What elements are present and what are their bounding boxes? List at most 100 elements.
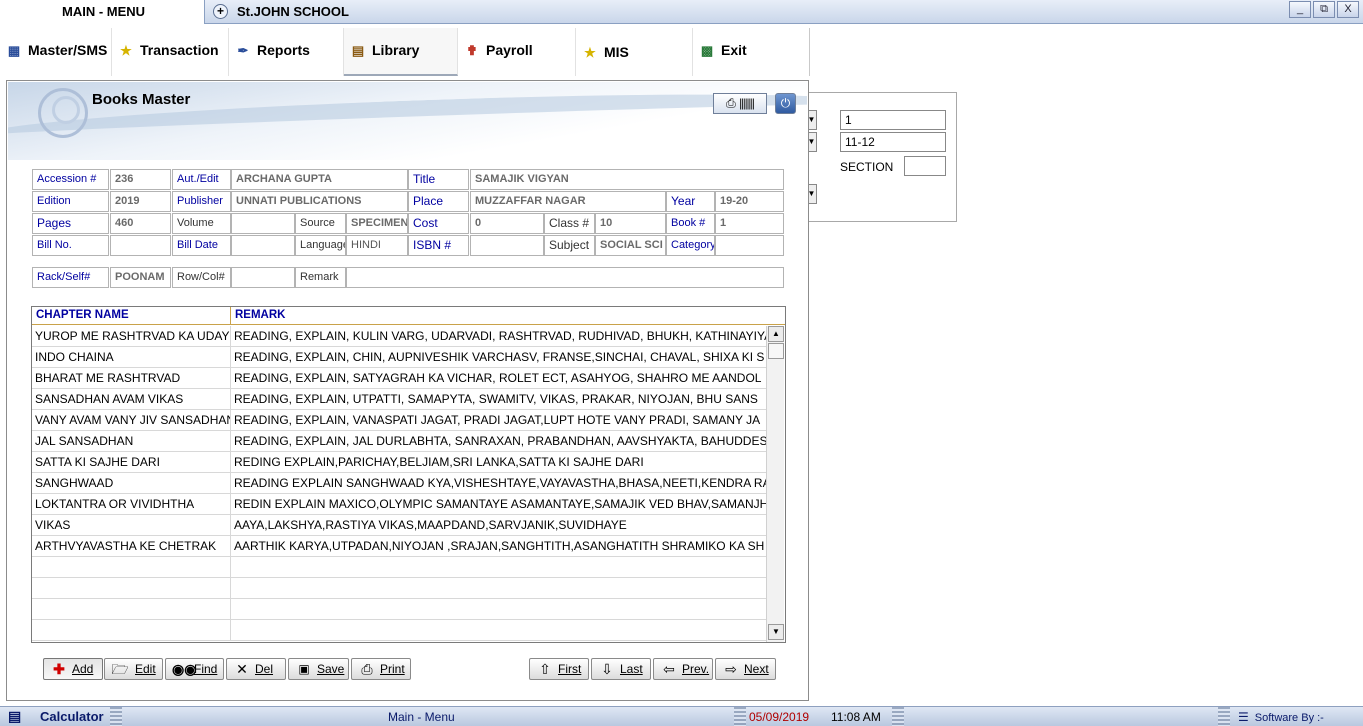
remark-cell[interactable]: REDING EXPLAIN,PARICHAY,BELJIAM,SRI LANK…	[231, 452, 766, 473]
pages-field[interactable]: 460	[110, 213, 171, 234]
remark-cell[interactable]	[231, 557, 766, 578]
edit-button[interactable]: 🗁 Edit	[104, 658, 163, 680]
year-field[interactable]: 19-20	[715, 191, 784, 212]
author-field[interactable]: ARCHANA GUPTA	[231, 169, 408, 190]
rack-self-field[interactable]: POONAM	[110, 267, 171, 288]
minimize-button[interactable]: _	[1289, 1, 1311, 18]
plus-circle-icon[interactable]: +	[213, 4, 228, 19]
table-row[interactable]	[32, 620, 766, 641]
add-button[interactable]: ✚ Add	[43, 658, 103, 680]
chapter-name-cell[interactable]: ARTHVYAVASTHA KE CHETRAK	[32, 536, 231, 557]
remark-cell[interactable]: READING, EXPLAIN, CHIN, AUPNIVESHIK VARC…	[231, 347, 766, 368]
title-field[interactable]: SAMAJIK VIGYAN	[470, 169, 784, 190]
publisher-field[interactable]: UNNATI PUBLICATIONS	[231, 191, 408, 212]
table-row[interactable]: LOKTANTRA OR VIVIDHTHA REDIN EXPLAIN MAX…	[32, 494, 766, 515]
table-row[interactable]: SATTA KI SAJHE DARI REDING EXPLAIN,PARIC…	[32, 452, 766, 473]
remark-cell[interactable]	[231, 599, 766, 620]
window-close-button[interactable]: ⏻	[775, 93, 796, 114]
column-header-remark[interactable]: REMARK	[231, 307, 785, 325]
tab-main-menu[interactable]: MAIN - MENU	[0, 0, 205, 24]
delete-button[interactable]: ✕ Del	[226, 658, 286, 680]
remark-cell[interactable]: READING, EXPLAIN, VANASPATI JAGAT, PRADI…	[231, 410, 766, 431]
remark-cell[interactable]: AARTHIK KARYA,UTPADAN,NIYOJAN ,SRAJAN,SA…	[231, 536, 766, 557]
menu-payroll[interactable]: ✟ Payroll	[458, 28, 576, 76]
edition-field[interactable]: 2019	[110, 191, 171, 212]
scroll-down-icon[interactable]: ▼	[768, 624, 784, 640]
table-row[interactable]	[32, 578, 766, 599]
background-field-1[interactable]: 1	[840, 110, 946, 130]
table-row[interactable]: SANSADHAN AVAM VIKAS READING, EXPLAIN, U…	[32, 389, 766, 410]
chapter-name-cell[interactable]: SANGHWAAD	[32, 473, 231, 494]
chapter-name-cell[interactable]: BHARAT ME RASHTRVAD	[32, 368, 231, 389]
menu-transaction[interactable]: ★ Transaction	[112, 28, 229, 76]
remark-field[interactable]	[346, 267, 784, 288]
first-button[interactable]: ⇧ First	[529, 658, 589, 680]
cost-field[interactable]: 0	[470, 213, 544, 234]
remark-cell[interactable]	[231, 620, 766, 641]
class-field[interactable]: 10	[595, 213, 666, 234]
chapter-name-cell[interactable]: YUROP ME RASHTRVAD KA UDAY	[32, 326, 231, 347]
find-button[interactable]: ◉◉ Find	[165, 658, 224, 680]
chapter-name-cell[interactable]	[32, 620, 231, 641]
place-field[interactable]: MUZZAFFAR NAGAR	[470, 191, 666, 212]
save-button[interactable]: ▣ Save	[288, 658, 349, 680]
table-row[interactable]: VIKAS AAYA,LAKSHYA,RASTIYA VIKAS,MAAPDAN…	[32, 515, 766, 536]
remark-cell[interactable]	[231, 578, 766, 599]
remark-cell[interactable]: READING, EXPLAIN, JAL DURLABHTA, SANRAXA…	[231, 431, 766, 452]
table-row[interactable]	[32, 599, 766, 620]
print-barcode-button[interactable]: ⎙ |||||||	[713, 93, 767, 114]
remark-cell[interactable]: READING, EXPLAIN, KULIN VARG, UDARVADI, …	[231, 326, 766, 347]
table-row[interactable]	[32, 557, 766, 578]
subject-field[interactable]: SOCIAL SCI	[595, 235, 666, 256]
remark-cell[interactable]: READING EXPLAIN SANGHWAAD KYA,VISHESHTAY…	[231, 473, 766, 494]
accession-field[interactable]: 236	[110, 169, 171, 190]
table-row[interactable]: SANGHWAAD READING EXPLAIN SANGHWAAD KYA,…	[32, 473, 766, 494]
scroll-up-icon[interactable]: ▲	[768, 326, 784, 342]
remark-cell[interactable]: READING, EXPLAIN, UTPATTI, SAMAPYTA, SWA…	[231, 389, 766, 410]
vertical-scrollbar[interactable]: ▲ ▼	[766, 326, 784, 642]
chapter-name-cell[interactable]: SATTA KI SAJHE DARI	[32, 452, 231, 473]
menu-exit[interactable]: ▩ Exit	[693, 28, 809, 76]
tab-school[interactable]: + St.JOHN SCHOOL	[207, 0, 607, 24]
remark-cell[interactable]: REDIN EXPLAIN MAXICO,OLYMPIC SAMANTAYE A…	[231, 494, 766, 515]
next-button[interactable]: ⇨ Next	[715, 658, 776, 680]
close-button[interactable]: X	[1337, 1, 1359, 18]
table-row[interactable]: JAL SANSADHAN READING, EXPLAIN, JAL DURL…	[32, 431, 766, 452]
menu-reports[interactable]: ✒ Reports	[229, 28, 344, 76]
background-field-2[interactable]: 11-12	[840, 132, 946, 152]
chapter-name-cell[interactable]	[32, 578, 231, 599]
section-field[interactable]	[904, 156, 946, 176]
chapter-name-cell[interactable]: VANY AVAM VANY JIV SANSADHAN	[32, 410, 231, 431]
table-row[interactable]: INDO CHAINA READING, EXPLAIN, CHIN, AUPN…	[32, 347, 766, 368]
prev-button[interactable]: ⇦ Prev.	[653, 658, 713, 680]
bill-date-field[interactable]	[231, 235, 295, 256]
table-row[interactable]: YUROP ME RASHTRVAD KA UDAY READING, EXPL…	[32, 326, 766, 347]
table-row[interactable]: BHARAT ME RASHTRVAD READING, EXPLAIN, SA…	[32, 368, 766, 389]
chapter-name-cell[interactable]: JAL SANSADHAN	[32, 431, 231, 452]
chapter-name-cell[interactable]: LOKTANTRA OR VIVIDHTHA	[32, 494, 231, 515]
taskbar-main-menu[interactable]: Main - Menu	[388, 710, 455, 724]
remark-cell[interactable]: AAYA,LAKSHYA,RASTIYA VIKAS,MAAPDAND,SARV…	[231, 515, 766, 536]
volume-field[interactable]	[231, 213, 295, 234]
isbn-field[interactable]	[470, 235, 544, 256]
table-row[interactable]: VANY AVAM VANY JIV SANSADHAN READING, EX…	[32, 410, 766, 431]
menu-library[interactable]: ▤ Library	[344, 28, 458, 76]
remark-cell[interactable]: READING, EXPLAIN, SATYAGRAH KA VICHAR, R…	[231, 368, 766, 389]
print-button[interactable]: ⎙ Print	[351, 658, 411, 680]
category-field[interactable]	[715, 235, 784, 256]
scroll-thumb[interactable]	[768, 343, 784, 359]
menu-mis[interactable]: ★ MIS	[576, 28, 693, 76]
menu-master-sms[interactable]: ▦ Master/SMS	[0, 28, 112, 76]
bill-no-field[interactable]	[110, 235, 171, 256]
row-col-field[interactable]	[231, 267, 295, 288]
column-header-chapter-name[interactable]: CHAPTER NAME	[32, 307, 231, 325]
last-button[interactable]: ⇩ Last	[591, 658, 651, 680]
calculator-button[interactable]: ▤ Calculator	[0, 707, 110, 726]
chapter-name-cell[interactable]: INDO CHAINA	[32, 347, 231, 368]
language-field[interactable]: HINDI	[346, 235, 408, 256]
table-row[interactable]: ARTHVYAVASTHA KE CHETRAK AARTHIK KARYA,U…	[32, 536, 766, 557]
book-number-field[interactable]: 1	[715, 213, 784, 234]
chapter-name-cell[interactable]: VIKAS	[32, 515, 231, 536]
chapter-name-cell[interactable]: SANSADHAN AVAM VIKAS	[32, 389, 231, 410]
chapter-name-cell[interactable]	[32, 557, 231, 578]
